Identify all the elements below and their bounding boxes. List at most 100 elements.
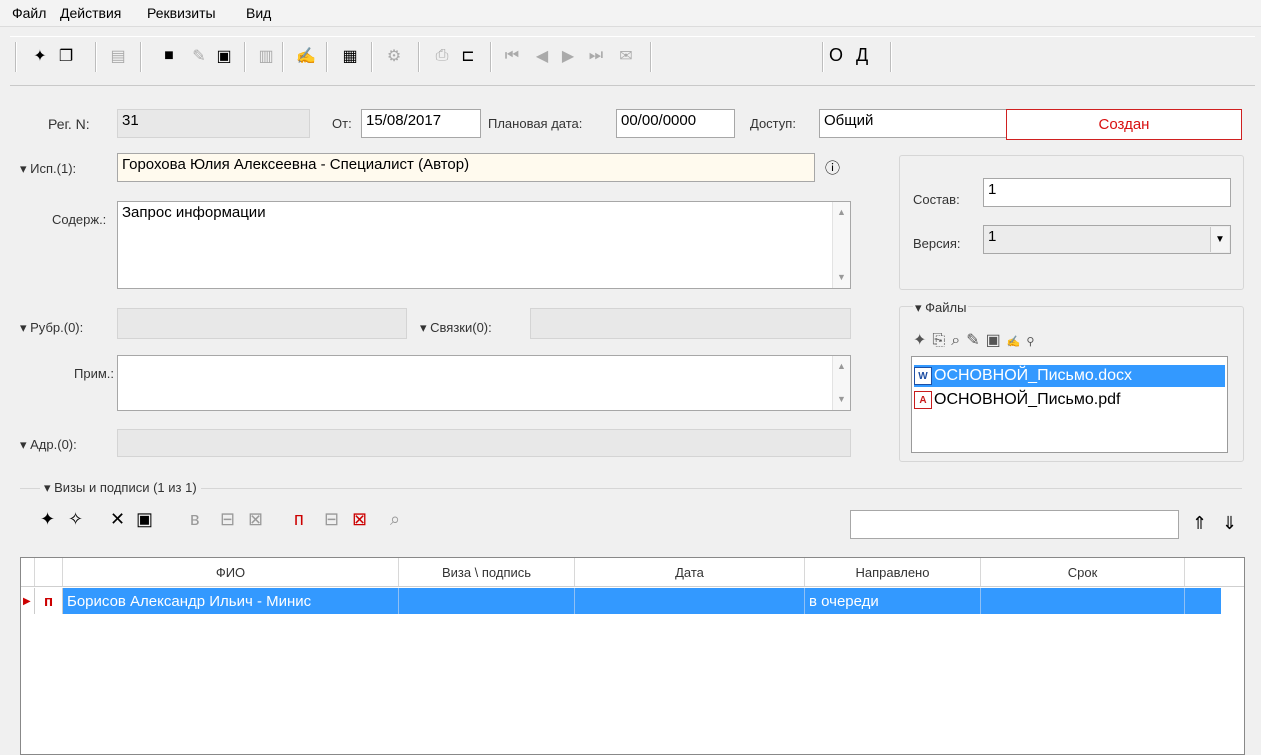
files-toolbar: ✦⎘⌕✎▣✍⚲ [913, 330, 1040, 350]
check-sign-icon[interactable]: ⚲ [1026, 336, 1040, 348]
plan-date-label: Плановая дата: [488, 116, 583, 131]
column-sent[interactable]: Направлено [805, 558, 981, 586]
note-textarea[interactable]: ▲ ▼ [117, 355, 851, 411]
cell-visa [399, 588, 575, 614]
toggle-o-button[interactable]: О [829, 45, 851, 67]
status-button[interactable]: Создан [1006, 109, 1242, 140]
content-scrollbar[interactable]: ▲ ▼ [832, 202, 850, 288]
reg-number-field[interactable]: 31 [117, 109, 310, 138]
prev-record-icon[interactable]: ◀ [530, 44, 554, 68]
next-record-icon[interactable]: ▶ [556, 44, 580, 68]
links-label[interactable]: ▾ Связки(0): [420, 320, 492, 336]
date-field[interactable]: 15/08/2017 [361, 109, 481, 138]
expand-arrow-icon: ▾ [44, 480, 55, 495]
lookup-icon[interactable]: ⌕ [390, 509, 400, 530]
view-file-icon[interactable]: ⌕ [951, 332, 966, 349]
content-textarea[interactable]: Запрос информации ▲ ▼ [117, 201, 851, 289]
register-icon[interactable]: ▤ [106, 44, 130, 68]
plan-date-field[interactable]: 00/00/0000 [616, 109, 735, 138]
menu-requisites[interactable]: Реквизиты [147, 5, 216, 21]
rubr-field[interactable] [117, 308, 407, 339]
visa-send-icon[interactable]: в [190, 509, 200, 530]
sign-icon[interactable]: ✍ [294, 44, 318, 68]
menu-view[interactable]: Вид [246, 5, 271, 21]
cell-sent: в очереди [805, 588, 981, 614]
files-title[interactable]: ▾ Файлы [913, 300, 969, 316]
pdf-file-icon: A [914, 391, 932, 409]
column-date[interactable]: Дата [575, 558, 805, 586]
visas-search-input[interactable] [850, 510, 1179, 539]
expand-arrow-icon: ▾ [20, 437, 31, 452]
last-record-icon[interactable]: ⏭ [584, 44, 608, 68]
report-icon[interactable]: ▦ [338, 44, 362, 68]
isp-label[interactable]: ▾ Исп.(1): [20, 161, 76, 177]
visas-title[interactable]: ▾ Визы и подписи (1 из 1) [40, 480, 201, 496]
cell-fio: Борисов Александр Ильич - Минис [63, 588, 399, 614]
expand-arrow-icon: ▾ [20, 320, 31, 335]
move-up-icon[interactable]: ⇑ [1192, 513, 1207, 534]
menu-bar: Файл Действия Реквизиты Вид [0, 0, 1261, 27]
column-due[interactable]: Срок [981, 558, 1185, 586]
access-label: Доступ: [750, 116, 796, 131]
tab-icon[interactable]: ⊏ [456, 44, 480, 68]
table-row[interactable]: ▶ п Борисов Александр Ильич - Минис в оч… [21, 588, 1221, 614]
sign-file-icon[interactable]: ✍ [1007, 336, 1027, 348]
save-icon[interactable]: ■ [157, 44, 181, 68]
paste-file-icon[interactable]: ▣ [986, 332, 1007, 349]
column-fio[interactable]: ФИО [63, 558, 399, 586]
signature-marker: п [35, 588, 63, 614]
date-label: От: [332, 116, 352, 131]
version-value: 1 [988, 228, 997, 245]
expand-arrow-icon: ▾ [420, 320, 431, 335]
sign-cancel-icon[interactable]: ⊠ [352, 509, 367, 530]
new-copy-icon[interactable]: ❐ [54, 44, 78, 68]
print-card-icon[interactable]: ▥ [254, 44, 278, 68]
sign-ok-icon[interactable]: ⊟ [324, 509, 339, 530]
note-scrollbar[interactable]: ▲ ▼ [832, 356, 850, 410]
settings-gear-icon[interactable]: ⚙ [382, 44, 406, 68]
menu-file[interactable]: Файл [12, 5, 46, 21]
scan-file-icon[interactable]: ⎘ [932, 332, 951, 349]
add-visa-group-icon[interactable]: ✧ [68, 509, 83, 530]
file-item-docx[interactable]: W ОСНОВНОЙ_Письмо.docx [914, 365, 1225, 387]
edit-file-icon[interactable]: ✎ [966, 332, 985, 349]
table-header: ФИО Виза \ подпись Дата Направлено Срок [21, 558, 1244, 587]
visa-ok-icon[interactable]: ⊟ [220, 509, 235, 530]
sostav-field[interactable]: 1 [983, 178, 1231, 207]
rubr-label[interactable]: ▾ Рубр.(0): [20, 320, 83, 336]
send-mail-icon[interactable]: ✉ [614, 44, 638, 68]
column-visa[interactable]: Виза \ подпись [399, 558, 575, 586]
cell-date [575, 588, 805, 614]
view-card-icon[interactable]: ▣ [136, 509, 153, 530]
addr-field[interactable] [117, 429, 851, 457]
visas-table: ФИО Виза \ подпись Дата Направлено Срок … [20, 557, 1245, 755]
new-document-icon[interactable]: ✦ [28, 44, 52, 68]
sign-send-icon[interactable]: п [294, 509, 304, 530]
chevron-down-icon[interactable]: ▼ [1210, 227, 1229, 252]
move-down-icon[interactable]: ⇓ [1222, 513, 1237, 534]
first-record-icon[interactable]: ⏮ [500, 44, 524, 68]
content-text: Запрос информации [122, 204, 266, 221]
cell-due [981, 588, 1185, 614]
links-field[interactable] [530, 308, 851, 339]
isp-field[interactable]: Горохова Юлия Алексеевна - Специалист (А… [117, 153, 815, 182]
view-card-icon[interactable]: ▣ [212, 44, 236, 68]
version-select[interactable]: 1 ▼ [983, 225, 1231, 254]
info-icon[interactable]: ⓘ [825, 157, 845, 177]
printer-icon[interactable]: ⎙ [430, 44, 454, 68]
edit-icon[interactable]: ✎ [187, 44, 211, 68]
files-list[interactable]: W ОСНОВНОЙ_Письмо.docx A ОСНОВНОЙ_Письмо… [911, 356, 1228, 453]
content-label: Содерж.: [52, 212, 107, 227]
add-visa-icon[interactable]: ✦ [40, 509, 55, 530]
sostav-label: Состав: [913, 192, 960, 207]
visa-cancel-icon[interactable]: ⊠ [248, 509, 263, 530]
file-item-pdf[interactable]: A ОСНОВНОЙ_Письмо.pdf [914, 389, 1225, 411]
menu-actions[interactable]: Действия [60, 5, 121, 21]
toggle-d-button[interactable]: Д [856, 45, 878, 67]
row-pointer-icon: ▶ [21, 588, 35, 614]
version-label: Версия: [913, 236, 961, 251]
add-file-icon[interactable]: ✦ [913, 332, 932, 349]
delete-icon[interactable]: ✕ [110, 509, 125, 530]
addr-label[interactable]: ▾ Адр.(0): [20, 437, 77, 453]
note-label: Прим.: [74, 366, 114, 381]
